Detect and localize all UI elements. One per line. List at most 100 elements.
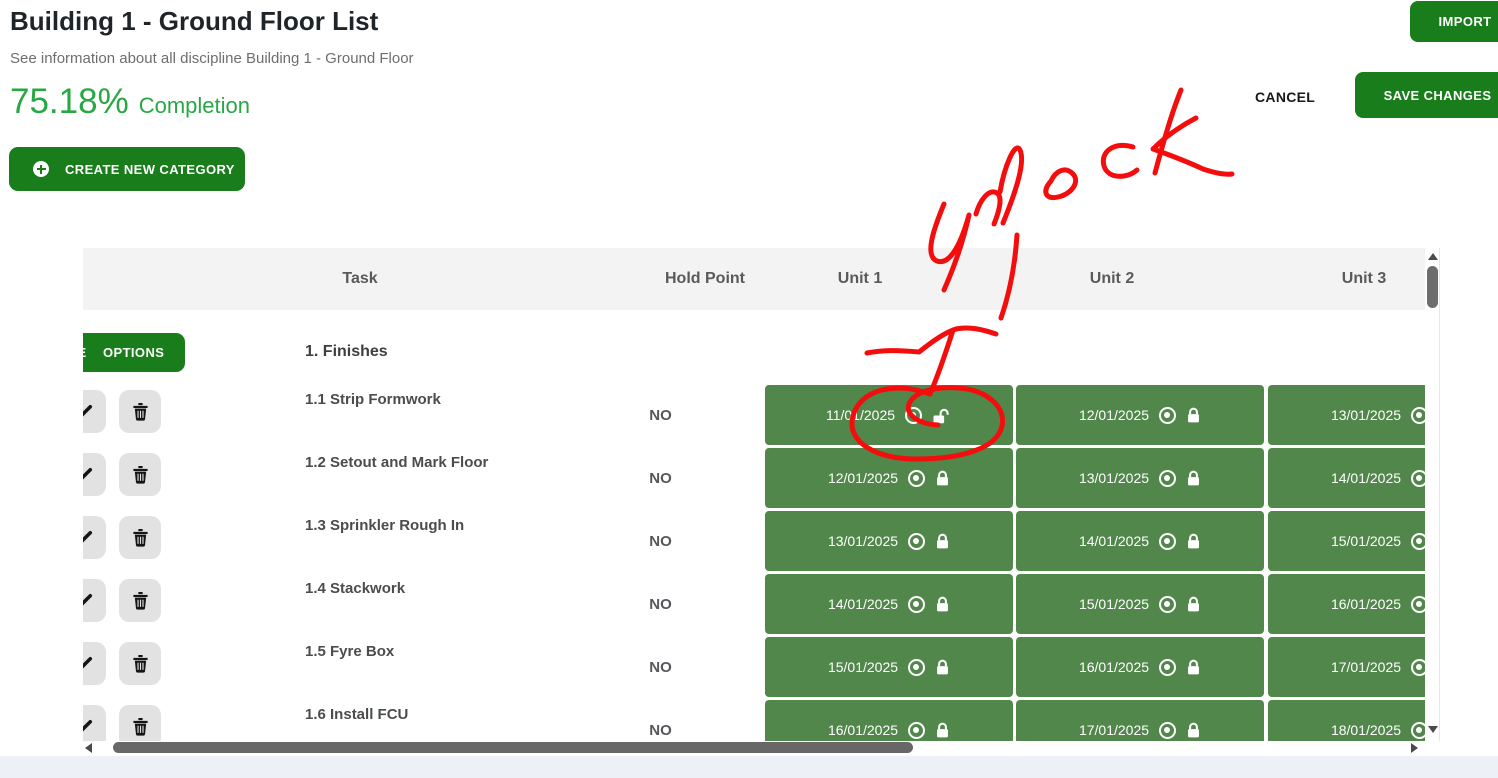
delete-button[interactable] — [119, 579, 161, 622]
scroll-right-arrow[interactable] — [1411, 743, 1418, 753]
radio-icon[interactable] — [908, 659, 925, 676]
unit3-date-cell[interactable]: 14/01/2025 — [1268, 448, 1425, 508]
task-table: Task Hold Point Unit 1 Unit 2 Unit 3 E O… — [83, 248, 1440, 755]
unit2-date-cell[interactable]: 12/01/2025 — [1016, 385, 1264, 445]
radio-icon[interactable] — [908, 533, 925, 550]
unit-date: 12/01/2025 — [828, 470, 898, 486]
header-task: Task — [310, 248, 410, 310]
lock-toggle[interactable] — [1186, 533, 1201, 550]
pencil-icon — [83, 655, 94, 672]
radio-icon[interactable] — [1411, 533, 1425, 550]
radio-icon[interactable] — [1159, 470, 1176, 487]
radio-icon[interactable] — [905, 407, 922, 424]
lock-toggle[interactable] — [935, 659, 950, 676]
trash-icon — [132, 591, 149, 610]
radio-icon[interactable] — [1411, 470, 1425, 487]
unit1-date-cell[interactable]: 11/01/2025 — [765, 385, 1013, 445]
lock-icon — [1186, 470, 1201, 487]
scroll-down-arrow[interactable] — [1428, 726, 1438, 733]
radio-icon[interactable] — [908, 722, 925, 739]
delete-button[interactable] — [119, 705, 161, 741]
vertical-scroll-thumb[interactable] — [1427, 266, 1438, 308]
scroll-left-arrow[interactable] — [85, 743, 92, 753]
radio-icon[interactable] — [1411, 596, 1425, 613]
unit2-date-cell[interactable]: 13/01/2025 — [1016, 448, 1264, 508]
radio-icon[interactable] — [1411, 722, 1425, 739]
edit-button[interactable] — [83, 516, 106, 559]
lock-toggle[interactable] — [1186, 722, 1201, 739]
unit3-date-cell[interactable]: 16/01/2025 — [1268, 574, 1425, 634]
unit1-date-cell[interactable]: 16/01/2025 — [765, 700, 1013, 741]
header-unit-2: Unit 2 — [1062, 248, 1162, 310]
completion-label: Completion — [139, 93, 250, 118]
table-row: 1.3 Sprinkler Rough In NO 13/01/2025 14/… — [83, 511, 1425, 571]
table-row: 1.2 Setout and Mark Floor NO 12/01/2025 … — [83, 448, 1425, 508]
unit1-date-cell[interactable]: 14/01/2025 — [765, 574, 1013, 634]
options-clipped-prefix: E — [83, 345, 87, 360]
import-button[interactable]: IMPORT — [1410, 1, 1498, 42]
edit-button[interactable] — [83, 390, 106, 433]
vertical-scrollbar[interactable] — [1425, 248, 1440, 741]
unit1-date-cell[interactable]: 12/01/2025 — [765, 448, 1013, 508]
delete-button[interactable] — [119, 453, 161, 496]
delete-button[interactable] — [119, 516, 161, 559]
lock-icon — [935, 533, 950, 550]
radio-icon[interactable] — [1159, 533, 1176, 550]
options-button[interactable]: E OPTIONS — [83, 333, 185, 372]
unit2-date-cell[interactable]: 15/01/2025 — [1016, 574, 1264, 634]
delete-button[interactable] — [119, 642, 161, 685]
unit3-date-cell[interactable]: 13/01/2025 — [1268, 385, 1425, 445]
category-label: 1. Finishes — [305, 343, 388, 361]
edit-button[interactable] — [83, 579, 106, 622]
edit-button[interactable] — [83, 453, 106, 496]
horizontal-scroll-thumb[interactable] — [113, 742, 913, 753]
unit-date: 16/01/2025 — [1079, 659, 1149, 675]
lock-toggle[interactable] — [1186, 659, 1201, 676]
lock-toggle[interactable] — [935, 533, 950, 550]
radio-icon[interactable] — [1159, 722, 1176, 739]
unit-date: 13/01/2025 — [828, 533, 898, 549]
save-changes-button[interactable]: SAVE CHANGES — [1355, 72, 1498, 118]
unit1-date-cell[interactable]: 13/01/2025 — [765, 511, 1013, 571]
lock-toggle[interactable] — [935, 596, 950, 613]
scroll-up-arrow[interactable] — [1428, 253, 1438, 260]
lock-toggle[interactable] — [1186, 596, 1201, 613]
unit2-date-cell[interactable]: 16/01/2025 — [1016, 637, 1264, 697]
unit2-date-cell[interactable]: 14/01/2025 — [1016, 511, 1264, 571]
unit3-date-cell[interactable]: 17/01/2025 — [1268, 637, 1425, 697]
lock-toggle[interactable] — [935, 722, 950, 739]
unit-date: 11/01/2025 — [826, 407, 895, 423]
lock-toggle[interactable] — [1186, 470, 1201, 487]
radio-icon[interactable] — [1411, 407, 1425, 424]
unit-date: 14/01/2025 — [828, 596, 898, 612]
task-label: 1.1 Strip Formwork — [305, 391, 441, 408]
task-label: 1.2 Setout and Mark Floor — [305, 454, 488, 471]
lock-toggle[interactable] — [935, 470, 950, 487]
trash-icon — [132, 654, 149, 673]
radio-icon[interactable] — [1159, 407, 1176, 424]
table-row: 1.1 Strip Formwork NO 11/01/2025 12/01/2… — [83, 385, 1425, 445]
horizontal-scrollbar[interactable] — [83, 741, 1425, 755]
lock-toggle[interactable] — [932, 407, 952, 424]
lock-icon — [1186, 722, 1201, 739]
radio-icon[interactable] — [1159, 596, 1176, 613]
lock-icon — [1186, 596, 1201, 613]
hold-point-value: NO — [623, 448, 698, 508]
radio-icon[interactable] — [1411, 659, 1425, 676]
unit2-date-cell[interactable]: 17/01/2025 — [1016, 700, 1264, 741]
radio-icon[interactable] — [1159, 659, 1176, 676]
unit3-date-cell[interactable]: 15/01/2025 — [1268, 511, 1425, 571]
edit-button[interactable] — [83, 705, 106, 741]
radio-icon[interactable] — [908, 596, 925, 613]
cancel-button[interactable]: CANCEL — [1255, 89, 1315, 105]
header-unit-1: Unit 1 — [810, 248, 910, 310]
create-new-category-button[interactable]: CREATE NEW CATEGORY — [9, 147, 245, 191]
pencil-icon — [83, 466, 94, 483]
edit-button[interactable] — [83, 642, 106, 685]
unit1-date-cell[interactable]: 15/01/2025 — [765, 637, 1013, 697]
delete-button[interactable] — [119, 390, 161, 433]
unit-date: 15/01/2025 — [1079, 596, 1149, 612]
radio-icon[interactable] — [908, 470, 925, 487]
unit3-date-cell[interactable]: 18/01/2025 — [1268, 700, 1425, 741]
lock-toggle[interactable] — [1186, 407, 1201, 424]
